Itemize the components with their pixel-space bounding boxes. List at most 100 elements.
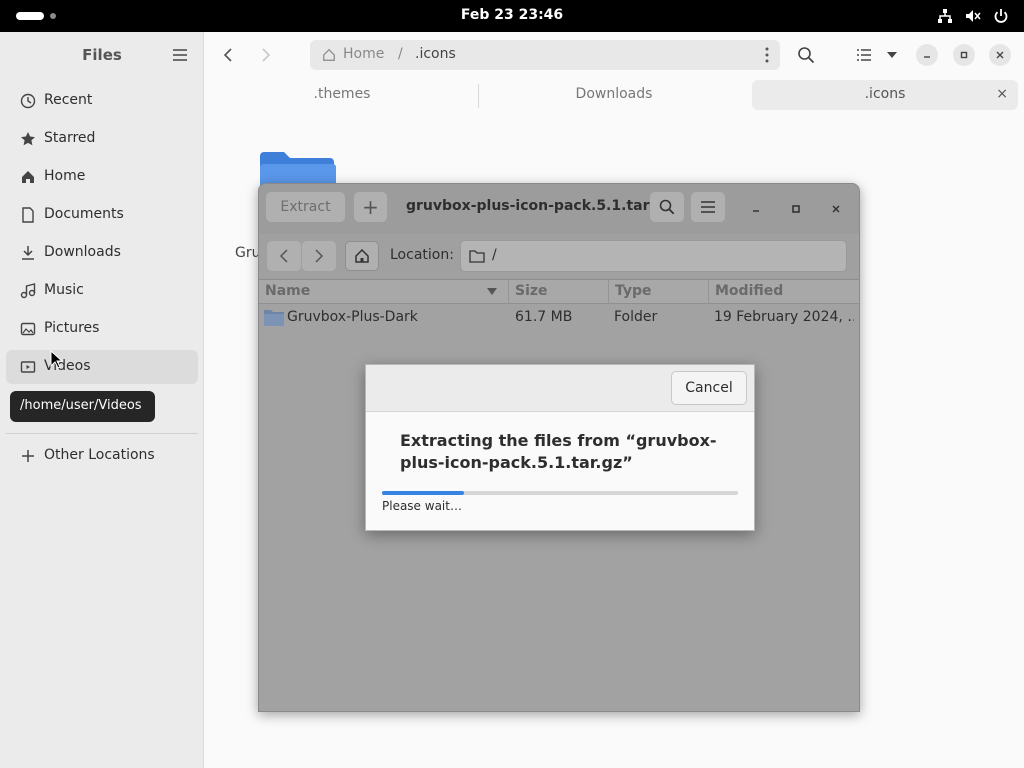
sidebar-item-other-locations[interactable]: Other Locations — [6, 439, 198, 473]
tab-themes[interactable]: .themes — [216, 80, 468, 110]
sidebar-item-label: Pictures — [44, 320, 100, 336]
star-icon — [21, 132, 35, 146]
archive-forward-button[interactable] — [302, 241, 336, 271]
column-header: Name Size Type Modified — [259, 280, 859, 304]
volume-muted-icon[interactable] — [964, 6, 982, 26]
sidebar-item-downloads[interactable]: Downloads — [6, 236, 198, 270]
top-bar: Feb 23 23:46 — [0, 0, 1024, 32]
location-field[interactable]: / — [460, 240, 847, 272]
cancel-button[interactable]: Cancel — [671, 371, 747, 405]
archive-menu-button[interactable] — [691, 192, 725, 222]
list-view-icon — [857, 49, 871, 61]
add-file-button[interactable]: + — [354, 192, 387, 222]
view-options-button[interactable] — [878, 41, 906, 69]
chevron-right-icon — [262, 48, 271, 62]
archive-minimize-button[interactable] — [745, 198, 767, 220]
file-label[interactable]: Gru — [235, 245, 260, 261]
sidebar-item-label: Documents — [44, 206, 124, 222]
path-separator: / — [398, 46, 403, 62]
close-icon — [832, 205, 840, 213]
close-button[interactable] — [989, 44, 1011, 66]
archive-maximize-button[interactable] — [785, 198, 807, 220]
tab-divider — [478, 84, 479, 108]
archive-close-button[interactable] — [825, 198, 847, 220]
minimize-button[interactable] — [916, 44, 938, 66]
table-row[interactable]: Gruvbox-Plus-Dark 61.7 MB Folder 19 Febr… — [259, 304, 859, 332]
tab-icons[interactable]: .icons × — [752, 80, 1018, 110]
extract-progress-dialog: Cancel Extracting the files from “gruvbo… — [365, 364, 755, 531]
dialog-message: Extracting the files from “gruvbox-plus-… — [400, 431, 717, 472]
home-icon — [22, 171, 34, 183]
hamburger-menu-icon[interactable] — [172, 48, 188, 62]
chevron-down-icon — [887, 52, 897, 58]
sidebar-item-starred[interactable]: Starred — [6, 122, 198, 156]
home-icon — [323, 48, 335, 61]
sidebar-item-label: Other Locations — [44, 447, 155, 463]
maximize-button[interactable] — [953, 44, 975, 66]
path-current[interactable]: .icons — [415, 46, 456, 62]
archive-back-button[interactable] — [267, 241, 301, 271]
column-label: Size — [515, 283, 548, 299]
archive-home-button[interactable] — [345, 241, 379, 271]
list-view-button[interactable] — [850, 41, 878, 69]
clock[interactable]: Feb 23 23:46 — [0, 7, 1024, 23]
sidebar-header: Files — [0, 32, 203, 78]
sidebar-item-label: Starred — [44, 130, 96, 146]
tab-label: Downloads — [575, 86, 653, 102]
location-label: Location: — [390, 247, 454, 263]
tab-downloads[interactable]: Downloads — [484, 80, 744, 110]
forward-button[interactable] — [252, 41, 280, 69]
minimize-icon — [924, 56, 930, 58]
sidebar-item-recent[interactable]: Recent — [6, 84, 198, 118]
archive-title: gruvbox-plus-icon-pack.5.1.tar… — [406, 198, 664, 214]
network-icon[interactable] — [936, 6, 954, 26]
download-icon — [22, 246, 34, 260]
column-size[interactable]: Size — [509, 280, 609, 304]
column-label: Type — [615, 283, 652, 299]
column-modified[interactable]: Modified — [709, 280, 859, 304]
maximize-icon — [792, 205, 800, 213]
tab-close-icon[interactable]: × — [996, 86, 1008, 102]
video-icon — [20, 361, 36, 373]
path-home[interactable]: Home — [343, 46, 384, 62]
row-name: Gruvbox-Plus-Dark — [287, 309, 418, 325]
tab-label: .icons — [864, 86, 906, 102]
column-label: Modified — [715, 283, 784, 299]
sidebar-item-label: Music — [44, 282, 84, 298]
close-icon — [996, 51, 1004, 59]
sidebar-item-label: Home — [44, 168, 86, 184]
extract-button[interactable]: Extract — [266, 192, 345, 222]
kebab-menu-icon[interactable] — [765, 47, 769, 63]
power-icon[interactable] — [992, 6, 1010, 26]
sidebar-item-label: Downloads — [44, 244, 121, 260]
search-icon — [798, 47, 815, 64]
progress-bar — [382, 491, 738, 495]
chevron-left-icon — [279, 249, 288, 263]
chevron-right-icon — [315, 249, 324, 263]
sidebar-item-music[interactable]: Music — [6, 274, 198, 308]
chevron-left-icon — [223, 48, 232, 62]
mouse-cursor-icon — [50, 350, 64, 369]
column-type[interactable]: Type — [609, 280, 709, 304]
progress-fill — [382, 491, 464, 495]
archive-search-button[interactable] — [650, 192, 684, 222]
row-size: 61.7 MB — [515, 309, 573, 325]
search-button[interactable] — [792, 41, 820, 69]
path-bar[interactable]: Home / .icons — [310, 40, 780, 70]
music-icon — [20, 283, 36, 299]
location-bar: Location: / — [259, 234, 859, 280]
sidebar-item-videos[interactable]: Videos — [6, 350, 198, 384]
system-tray[interactable] — [936, 6, 1010, 26]
folder-icon — [264, 310, 284, 326]
hamburger-menu-icon — [701, 201, 715, 213]
progress-status: Please wait… — [382, 499, 462, 513]
picture-icon — [20, 322, 36, 336]
sidebar-item-pictures[interactable]: Pictures — [6, 312, 198, 346]
minimize-icon — [753, 210, 759, 212]
column-name[interactable]: Name — [259, 280, 509, 304]
back-button[interactable] — [214, 41, 242, 69]
sidebar-item-documents[interactable]: Documents — [6, 198, 198, 232]
sidebar-item-home[interactable]: Home — [6, 160, 198, 194]
row-modified: 19 February 2024, … — [714, 309, 854, 325]
maximize-icon — [960, 51, 968, 59]
